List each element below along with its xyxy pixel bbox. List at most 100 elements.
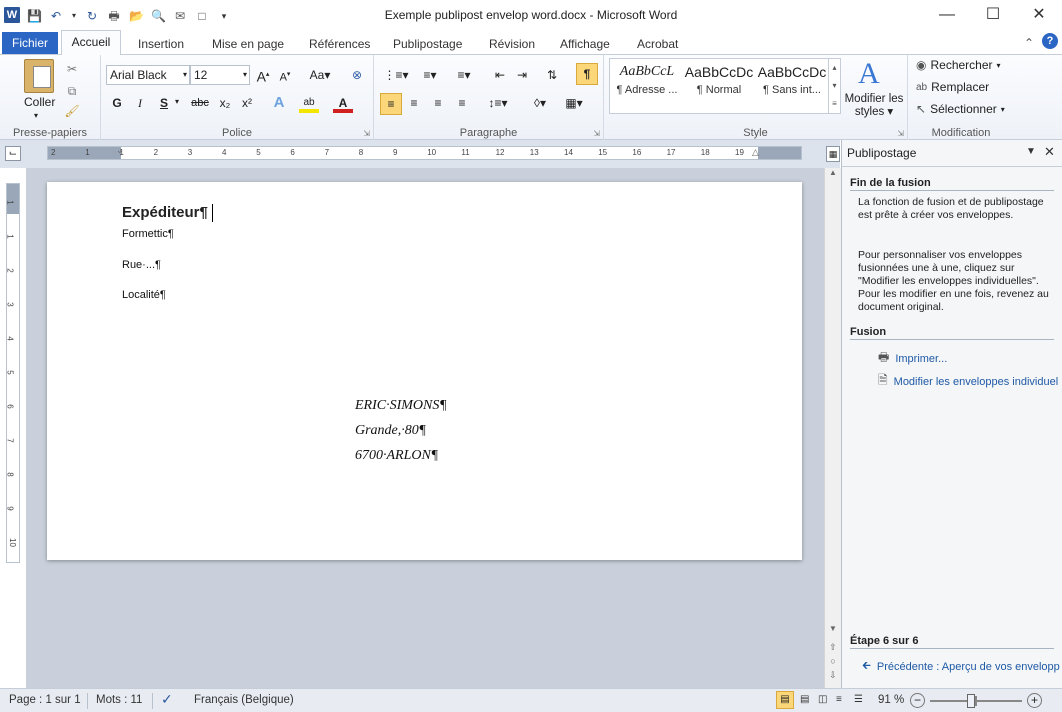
show-marks-button[interactable]: ¶ xyxy=(576,63,598,85)
recipient-name[interactable]: ERIC·SIMONS¶ xyxy=(355,398,447,414)
print-layout-view-icon[interactable]: ▤ xyxy=(776,691,794,709)
replace-button[interactable]: ab Remplacer xyxy=(916,80,989,94)
tab-acrobat[interactable]: Acrobat xyxy=(633,34,682,54)
styles-dialog-launcher-icon[interactable]: ⇲ xyxy=(897,129,904,138)
strikethrough-button[interactable]: abc xyxy=(187,93,213,113)
font-dialog-launcher-icon[interactable]: ⇲ xyxy=(363,129,370,138)
increase-indent-icon[interactable]: ⇥ xyxy=(512,65,532,85)
align-left-button[interactable]: ≡ xyxy=(380,93,402,115)
align-right-button[interactable]: ≡ xyxy=(428,93,448,113)
tab-layout[interactable]: Mise en page xyxy=(208,34,288,54)
scroll-up-icon[interactable]: ▲ xyxy=(827,168,839,177)
shading-icon[interactable]: ◊▾ xyxy=(526,93,554,113)
sender-line-street[interactable]: Rue·...¶ xyxy=(122,259,161,271)
sender-line-company[interactable]: Formettic¶ xyxy=(122,228,174,240)
edit-individual-link[interactable]: 🗎 Modifier les enveloppes individuel xyxy=(878,371,1062,392)
language[interactable]: Français (Belgique) xyxy=(194,694,294,706)
tab-mailings[interactable]: Publipostage xyxy=(389,34,466,54)
font-color-icon[interactable]: A xyxy=(333,93,353,113)
numbering-icon[interactable]: ≡▾ xyxy=(416,65,444,85)
minimize-button[interactable]: — xyxy=(924,0,970,30)
change-case-icon[interactable]: Aa▾ xyxy=(307,65,333,85)
minimize-ribbon-icon[interactable]: ⌃ xyxy=(1020,33,1038,53)
change-styles-button[interactable]: Modifier les styles ▾ xyxy=(844,93,904,119)
pane-close-icon[interactable]: ✕ xyxy=(1044,144,1055,160)
tab-file[interactable]: Fichier xyxy=(2,32,58,54)
zoom-thumb[interactable] xyxy=(967,694,976,708)
zoom-slider[interactable] xyxy=(930,694,1022,708)
draft-view-icon[interactable]: ☰ xyxy=(854,694,863,705)
format-painter-icon[interactable]: 🖌 xyxy=(62,101,82,121)
right-indent-icon[interactable]: △ xyxy=(752,147,759,158)
underline-dropdown-icon[interactable]: ▾ xyxy=(175,97,179,106)
sender-title[interactable]: Expéditeur¶ xyxy=(122,204,208,221)
tab-references[interactable]: Références xyxy=(305,34,374,54)
grow-font-icon[interactable]: A▴ xyxy=(253,65,273,85)
document-page[interactable]: Expéditeur¶ Formettic¶ Rue·...¶ Localité… xyxy=(47,182,802,560)
decrease-indent-icon[interactable]: ⇤ xyxy=(490,65,510,85)
copy-icon[interactable]: ⧉ xyxy=(62,81,82,101)
sort-icon[interactable]: ⇅ xyxy=(542,65,562,85)
next-page-icon[interactable]: ⇩ xyxy=(827,670,839,681)
pane-menu-icon[interactable]: ▼ xyxy=(1026,146,1036,157)
recipient-city[interactable]: 6700·ARLON¶ xyxy=(355,448,438,464)
web-layout-view-icon[interactable]: ◫ xyxy=(818,694,827,705)
proofing-icon[interactable]: ✓ xyxy=(161,691,173,708)
close-button[interactable]: ✕ xyxy=(1016,0,1062,30)
style-no-spacing[interactable]: AaBbCcDc ¶ Sans int... xyxy=(756,60,828,108)
view-ruler-icon[interactable]: ▦ xyxy=(826,146,840,162)
paste-icon[interactable] xyxy=(24,59,54,93)
bold-button[interactable]: G xyxy=(107,93,127,113)
italic-button[interactable]: I xyxy=(130,93,150,113)
full-screen-view-icon[interactable]: ▤ xyxy=(800,694,809,705)
help-icon[interactable]: ? xyxy=(1042,33,1058,49)
tab-home[interactable]: Accueil xyxy=(61,30,121,55)
change-styles-icon[interactable]: A xyxy=(858,57,880,91)
vertical-ruler[interactable]: 1 1 2 3 4 5 6 7 8 9 10 xyxy=(6,183,20,563)
tab-selector-icon[interactable]: ⌙ xyxy=(5,146,21,161)
cut-icon[interactable]: ✂ xyxy=(62,59,82,79)
clear-formatting-icon[interactable]: ⊗ xyxy=(347,65,367,85)
borders-icon[interactable]: ▦▾ xyxy=(560,93,588,113)
outline-view-icon[interactable]: ≡ xyxy=(836,694,842,705)
vertical-scrollbar[interactable]: ▲ ▼ ⇧ ○ ⇩ xyxy=(824,168,841,688)
font-size-combo[interactable]: 12 ▾ xyxy=(190,65,250,85)
style-address[interactable]: AaBbCcL ¶ Adresse ... xyxy=(612,60,682,108)
zoom-out-icon[interactable]: − xyxy=(910,693,925,708)
tab-view[interactable]: Affichage xyxy=(556,34,614,54)
recipient-street[interactable]: Grande,·80¶ xyxy=(355,423,426,439)
tab-review[interactable]: Révision xyxy=(485,34,539,54)
maximize-button[interactable]: ☐ xyxy=(970,0,1016,30)
shrink-font-icon[interactable]: A▾ xyxy=(275,65,295,85)
word-count[interactable]: Mots : 11 xyxy=(96,694,142,706)
prev-page-icon[interactable]: ⇧ xyxy=(827,642,839,653)
paste-dropdown-icon[interactable]: ▾ xyxy=(34,111,38,120)
bullets-icon[interactable]: ⋮≡▾ xyxy=(382,65,410,85)
scroll-down-icon[interactable]: ▼ xyxy=(827,624,839,633)
zoom-level[interactable]: 91 % xyxy=(878,694,904,706)
line-spacing-icon[interactable]: ↕≡▾ xyxy=(484,93,512,113)
previous-step-link[interactable]: 🡰 Précédente : Aperçu de vos envelopp xyxy=(862,657,1062,676)
subscript-button[interactable]: x₂ xyxy=(215,93,235,113)
font-name-combo[interactable]: Arial Black ▾ xyxy=(106,65,190,85)
justify-button[interactable]: ≡ xyxy=(452,93,472,113)
zoom-in-icon[interactable]: + xyxy=(1027,693,1042,708)
superscript-button[interactable]: x² xyxy=(237,93,257,113)
sender-line-locality[interactable]: Localité¶ xyxy=(122,289,166,301)
text-effects-icon[interactable]: A xyxy=(269,93,289,113)
horizontal-ruler[interactable]: 2 1 1 2 3 4 5 6 7 8 9 10 11 12 13 14 15 16 17 18 19 ⌄ △ xyxy=(47,145,802,160)
paragraph-dialog-launcher-icon[interactable]: ⇲ xyxy=(593,129,600,138)
underline-button[interactable]: S xyxy=(154,93,174,113)
align-center-button[interactable]: ≡ xyxy=(404,93,424,113)
print-link[interactable]: 🖶 Imprimer... xyxy=(878,348,947,369)
tab-insert[interactable]: Insertion xyxy=(134,34,188,54)
browse-object-icon[interactable]: ○ xyxy=(827,656,839,666)
page-count[interactable]: Page : 1 sur 1 xyxy=(9,694,81,706)
find-button[interactable]: ◉ Rechercher ▾ xyxy=(916,58,1001,72)
paste-button[interactable]: Coller xyxy=(24,95,55,109)
style-normal[interactable]: AaBbCcDc ¶ Normal xyxy=(684,60,754,108)
indent-marker-icon[interactable]: ⌄ xyxy=(116,145,124,156)
multilevel-list-icon[interactable]: ≡▾ xyxy=(450,65,478,85)
highlight-icon[interactable]: ab xyxy=(299,93,319,113)
select-button[interactable]: ↖ Sélectionner ▾ xyxy=(916,102,1005,116)
